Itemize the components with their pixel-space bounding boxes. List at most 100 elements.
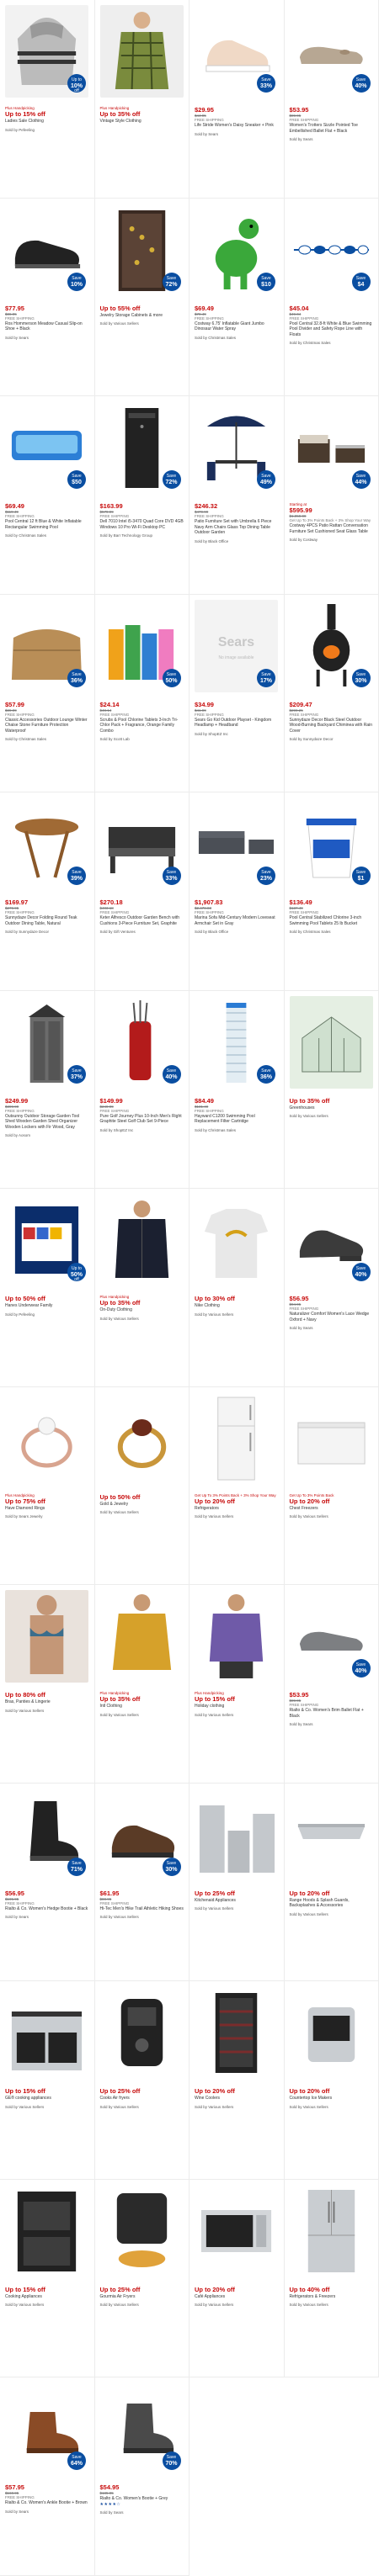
product-image[interactable] (100, 2185, 184, 2277)
product-card[interactable]: Plus HandpickingUp to 35% offOn-Duty Clo… (95, 1189, 190, 1387)
product-title[interactable]: Women's Trotters Sizzle Pointed Toe Embe… (290, 123, 374, 134)
product-image[interactable] (290, 1392, 373, 1485)
product-title[interactable]: Cooks Air fryers (100, 2096, 184, 2102)
product-title[interactable]: Marina Sofa Mid-Century Modern Loveseat … (195, 915, 279, 926)
product-title[interactable]: Pool Central 32.8-ft White & Blue Swimmi… (290, 321, 374, 338)
product-title[interactable]: Pool Central 12 ft Blue & White Inflatab… (5, 519, 89, 530)
product-image[interactable] (290, 1986, 373, 2079)
product-card[interactable]: Save10%$77.95$86.95FREE SHIPPINGRos Homm… (0, 199, 95, 397)
product-image[interactable] (195, 2185, 278, 2277)
product-card[interactable]: Up to 50% offGold & JewelrySold by Vario… (95, 1387, 190, 1586)
product-card[interactable]: Up to 20% offRange Hoods & Splash Guards… (285, 1784, 379, 1982)
product-image[interactable] (100, 1392, 184, 1485)
product-title[interactable]: Bras, Panties & Lingerie (5, 1699, 89, 1705)
product-image[interactable] (195, 1789, 278, 1881)
product-image[interactable] (290, 996, 373, 1089)
product-title[interactable]: Nike Clothing (195, 1303, 279, 1309)
product-card[interactable]: Up to 15% offCooking AppliancesSold by V… (0, 2180, 95, 2378)
product-card[interactable]: Save50%$24.14$48.14FREE SHIPPINGScrubs &… (95, 595, 190, 793)
product-card[interactable]: Save33%$29.95$44.95FREE SHIPPINGLife Str… (190, 0, 285, 199)
product-image[interactable] (5, 2185, 88, 2277)
product-card[interactable]: Save40%$53.95$89.95FREE SHIPPINGWomen's … (285, 0, 379, 199)
product-card[interactable]: Save23%$1,907.83$2,478.83FREE SHIPPINGMa… (190, 792, 285, 991)
product-card[interactable]: Save30%$61.95$88.95FREE SHIPPINGHi-Tec M… (95, 1784, 190, 1982)
product-card[interactable]: Get Up To 3% Points Back + 3% Shop Your … (190, 1387, 285, 1586)
product-title[interactable]: Costway 4PCS Patio Rattan Conversation F… (290, 523, 374, 534)
product-card[interactable]: Up to 20% offWine CoolersSold by Various… (190, 1981, 285, 2180)
product-card[interactable]: Save49%$246.32$479.99FREE SHIPPINGPatio … (190, 396, 285, 595)
product-card[interactable]: Save40%$56.95$94.95FREE SHIPPINGNaturali… (285, 1189, 379, 1387)
product-title[interactable]: Have Diamond Rings (5, 1506, 89, 1512)
product-card[interactable]: Save30%$209.47$299.25FREE SHIPPINGSunnyd… (285, 595, 379, 793)
product-title[interactable]: Hayward C1200 Swimming Pool Replacement … (195, 1114, 279, 1125)
product-image[interactable] (195, 1392, 278, 1485)
product-image[interactable] (290, 2185, 373, 2277)
product-title[interactable]: Keter Alfresco Outdoor Garden Bench with… (100, 915, 184, 926)
product-title[interactable]: Refrigerators (195, 1506, 279, 1512)
product-title[interactable]: Greenhouses (290, 1105, 374, 1111)
product-card[interactable]: Save71%$56.95$195.95FREE SHIPPINGRialto … (0, 1784, 95, 1982)
product-title[interactable]: Sunnydaze Decor Folding Round Teak Outdo… (5, 915, 89, 926)
product-card[interactable]: Up to 25% offGourmia Air FryersSold by V… (95, 2180, 190, 2378)
product-image[interactable] (5, 1590, 88, 1683)
product-title[interactable]: Wine Coolers (195, 2096, 279, 2102)
product-title[interactable]: Ladies Sale Clothing (5, 119, 89, 125)
product-title[interactable]: Café Appliances (195, 2294, 279, 2300)
product-title[interactable]: Rialto & Co. Women's Brim Ballet Flat + … (290, 1708, 374, 1719)
product-card[interactable]: Save64%$57.95$160.95FREE SHIPPINGRialto … (0, 2377, 95, 2576)
product-card[interactable]: Up to 30% offNike ClothingSold by Variou… (190, 1189, 285, 1387)
product-card[interactable]: Up to 40% offRefrigerators & FreezersSol… (285, 2180, 379, 2378)
product-image[interactable] (290, 1789, 373, 1881)
product-card[interactable]: Up to 20% offCountertop Ice MakersSold b… (285, 1981, 379, 2180)
product-card[interactable]: Plus HandpickingUp to 35% offVintage Sty… (95, 0, 190, 199)
product-title[interactable]: Costway 6.75' Inflatable Giant Jumbo Din… (195, 321, 279, 332)
product-card[interactable]: Up to 15% offGE® cooking appliancesSold … (0, 1981, 95, 2180)
product-card[interactable]: Save40%$149.99$249.99FREE SHIPPINGPure G… (95, 991, 190, 1190)
product-card[interactable]: Save36%$57.99$89.99FREE SHIPPINGClassic … (0, 595, 95, 793)
product-card[interactable]: SearsNo image availableSave17%$34.99$41.… (190, 595, 285, 793)
product-title[interactable]: Holiday clothing (195, 1704, 279, 1709)
product-card[interactable]: Up to50%offUp to 50% offHanes Underwear … (0, 1189, 95, 1387)
product-title[interactable]: Outsunny Outdoor Storage Garden Tool She… (5, 1114, 89, 1131)
product-title[interactable]: Gourmia Air Fryers (100, 2294, 184, 2300)
product-image[interactable] (195, 1590, 278, 1683)
product-card[interactable]: Save40%$53.95$89.95FREE SHIPPINGRialto &… (285, 1585, 379, 1784)
product-card[interactable]: Save39%$169.97$279.95FREE SHIPPINGSunnyd… (0, 792, 95, 991)
product-card[interactable]: Save$10$69.49$79.49FREE SHIPPINGCostway … (190, 199, 285, 397)
product-title[interactable]: Rialto & Co. Women's Ankle Bootie + Brow… (5, 2500, 89, 2506)
product-title[interactable]: Hanes Underwear Family (5, 1303, 89, 1309)
product-card[interactable]: Up to 35% offGreenhousesSold by Various … (285, 991, 379, 1190)
product-title[interactable]: Ros Hommerson Meadow Casual Slip-on Shoe… (5, 321, 89, 332)
product-card[interactable]: Up to 80% offBras, Panties & LingerieSol… (0, 1585, 95, 1784)
product-card[interactable]: Save$4$45.04$49.04FREE SHIPPINGPool Cent… (285, 199, 379, 397)
product-image[interactable] (195, 1194, 278, 1286)
product-card[interactable]: Save37%$249.99$399.99FREE SHIPPINGOutsun… (0, 991, 95, 1190)
product-title[interactable]: Vintage Style Clothing (100, 119, 184, 125)
product-card[interactable]: Save$1$136.49$137.49FREE SHIPPINGPool Ce… (285, 792, 379, 991)
product-card[interactable]: Save$50$69.49$119.49FREE SHIPPINGPool Ce… (0, 396, 95, 595)
product-title[interactable]: GE® cooking appliances (5, 2096, 89, 2102)
product-title[interactable]: Countertop Ice Makers (290, 2096, 374, 2102)
product-image[interactable] (5, 1392, 88, 1485)
product-card[interactable]: Up to10%offPlus HandpickingUp to 15% off… (0, 0, 95, 199)
product-title[interactable]: Dell 7010 Intel i5-3470 Quad Core DVD 4G… (100, 519, 184, 530)
product-title[interactable]: Sunnydaze Decor Black Steel Outdoor Wood… (290, 718, 374, 734)
product-title[interactable]: Scrubs & Pool Chlorine Tablets 3-Inch Tr… (100, 718, 184, 734)
product-title[interactable]: Pool Central Stabilized Chlorine 3-inch … (290, 915, 374, 926)
product-card[interactable]: Plus HandpickingUp to 35% offIntl Clothi… (95, 1585, 190, 1784)
product-image[interactable] (5, 1986, 88, 2079)
product-card[interactable]: Save72%$163.99$579.99FREE SHIPPINGDell 7… (95, 396, 190, 595)
product-image[interactable] (100, 1194, 184, 1286)
product-image[interactable] (195, 1986, 278, 2079)
product-title[interactable]: Life Stride Women's Daisy Sneaker + Pink (195, 123, 279, 129)
product-title[interactable]: On-Duty Clothing (100, 1307, 184, 1313)
product-title[interactable]: Classic Accessories Outdoor Lounge Winte… (5, 718, 89, 734)
product-card[interactable]: Save70%$54.95$185.95Rialto & Co. Women's… (95, 2377, 190, 2576)
product-card[interactable]: Get Up To 3% Points BackUp to 20% offChe… (285, 1387, 379, 1586)
product-title[interactable]: Intl Clothing (100, 1704, 184, 1709)
product-card[interactable]: Save44%Starting at$595.99$1,059.99Get Up… (285, 396, 379, 595)
product-card[interactable]: Up to 20% offCafé AppliancesSold by Vari… (190, 2180, 285, 2378)
product-title[interactable]: Pure Golf Journey Plus 10-Inch Men's Rig… (100, 1114, 184, 1125)
product-title[interactable]: Rialto & Co. Women's Hedge Bootie + Blac… (5, 1906, 89, 1912)
product-card[interactable]: Up to 25% offKitchenaid AppliancesSold b… (190, 1784, 285, 1982)
